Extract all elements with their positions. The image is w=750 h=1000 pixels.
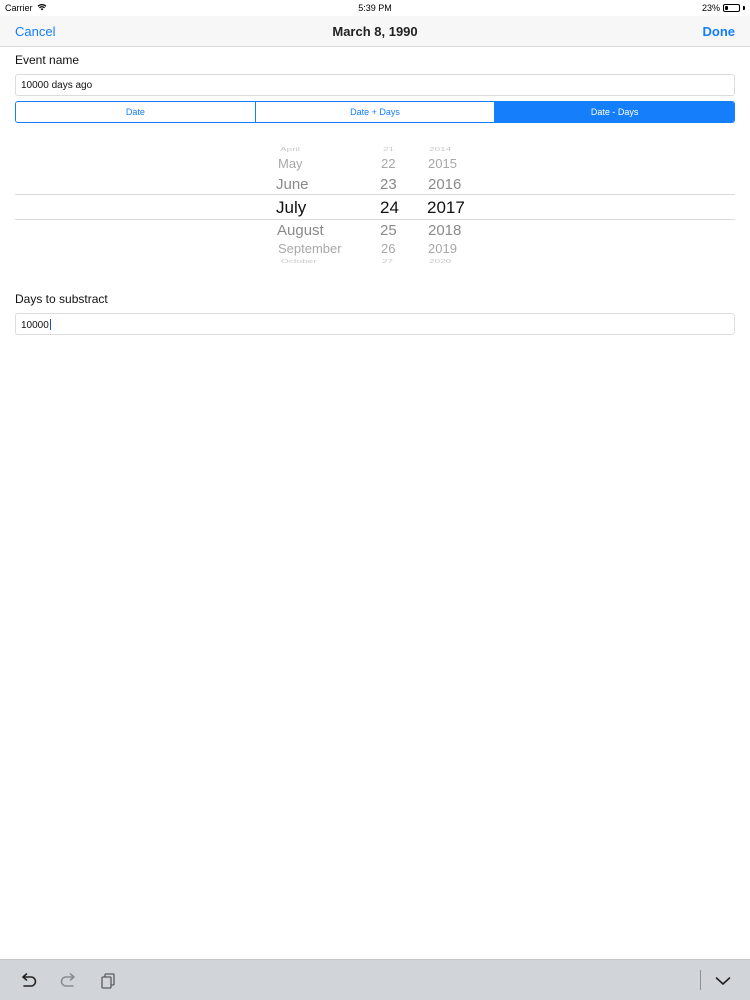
- picker-day-item: 26: [381, 241, 396, 256]
- mode-segmented-control: Date Date + Days Date - Days: [15, 101, 735, 123]
- paste-icon[interactable]: [97, 970, 119, 992]
- dismiss-keyboard-icon[interactable]: [712, 970, 734, 992]
- picker-year-item: 2018: [428, 222, 462, 239]
- picker-year-item: 2014: [429, 146, 452, 153]
- picker-day-item: 27: [382, 258, 394, 265]
- status-time: 5:39 PM: [358, 3, 392, 13]
- picker-month-item: September: [278, 241, 342, 256]
- status-bar: Carrier 5:39 PM 23%: [0, 0, 750, 16]
- battery-icon: [723, 4, 740, 12]
- picker-day-item: 21: [383, 146, 395, 153]
- toolbar-divider: [700, 970, 701, 990]
- picker-year-item: 2019: [428, 241, 457, 256]
- date-picker-wheel[interactable]: April May June July August September Oct…: [0, 140, 750, 275]
- picker-year-item: 2016: [428, 176, 462, 193]
- picker-day-item: 22: [381, 156, 396, 171]
- picker-selection-top-line: [15, 194, 735, 195]
- keyboard-shortcut-bar: [0, 959, 750, 1000]
- picker-month-item: May: [278, 156, 303, 171]
- text-cursor: [49, 319, 51, 330]
- event-name-input[interactable]: 10000 days ago: [15, 74, 735, 96]
- picker-month-item: October: [281, 258, 317, 265]
- picker-year-item: 2015: [428, 156, 457, 171]
- event-name-label: Event name: [15, 53, 80, 67]
- battery-cap: [743, 6, 745, 10]
- picker-year-item: 2020: [429, 258, 452, 265]
- days-to-subtract-input[interactable]: 10000: [15, 313, 735, 335]
- status-right: 23%: [702, 3, 745, 13]
- segment-date-minus-days[interactable]: Date - Days: [495, 102, 734, 122]
- undo-icon[interactable]: [18, 970, 40, 992]
- picker-month-item: April: [280, 146, 301, 153]
- days-to-subtract-value: 10000: [21, 320, 49, 331]
- page-title: March 8, 1990: [332, 24, 418, 39]
- picker-month-selected: July: [276, 198, 307, 217]
- picker-day-item: 25: [380, 222, 397, 239]
- picker-selection-bottom-line: [15, 219, 735, 220]
- segment-date[interactable]: Date: [16, 102, 256, 122]
- picker-month-item: August: [277, 222, 324, 239]
- navigation-bar: Cancel March 8, 1990 Done: [0, 16, 750, 47]
- redo-icon[interactable]: [57, 970, 79, 992]
- picker-day-selected: 24: [380, 198, 399, 217]
- battery-percent: 23%: [701, 3, 720, 13]
- segment-date-plus-days[interactable]: Date + Days: [255, 102, 496, 122]
- picker-day-item: 23: [380, 176, 397, 193]
- done-button[interactable]: Done: [703, 24, 736, 39]
- picker-month-item: June: [276, 176, 309, 193]
- event-name-value: 10000 days ago: [21, 80, 93, 91]
- picker-year-selected: 2017: [427, 198, 465, 217]
- days-to-subtract-label: Days to substract: [15, 292, 108, 306]
- battery-level: [725, 6, 728, 10]
